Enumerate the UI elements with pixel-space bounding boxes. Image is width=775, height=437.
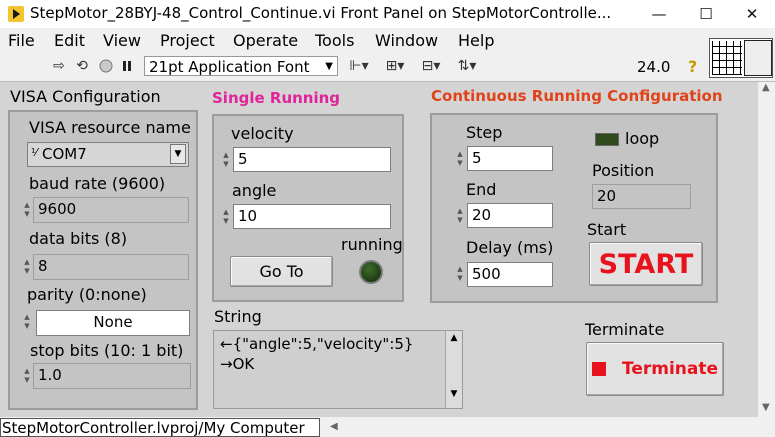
databits-label: data bits (8) <box>29 229 128 248</box>
front-panel: VISA Configuration VISA resource name CO… <box>0 82 758 417</box>
start-button[interactable]: START <box>589 242 703 286</box>
scroll-left-icon[interactable]: ◀ <box>330 421 338 432</box>
distribute-icon[interactable]: ⊞▾ <box>382 57 408 75</box>
resize-icon[interactable]: ⊟▾ <box>418 57 444 75</box>
angle-stepper-icon[interactable]: ▲ ▼ <box>221 203 231 231</box>
baud-stepper-icon[interactable]: ▲ ▼ <box>22 196 32 224</box>
title-bar: StepMotor_28BYJ-48_Control_Continue.vi F… <box>0 0 775 28</box>
stopbits-label: stop bits (10: 1 bit) <box>30 341 184 360</box>
pause-icon[interactable] <box>118 57 136 75</box>
visa-io-icon: ⅟ <box>31 146 38 159</box>
scroll-down-icon[interactable]: ▼ <box>762 402 770 413</box>
visa-resource-value: COM7 <box>42 145 87 163</box>
maximize-button[interactable]: ☐ <box>683 0 729 28</box>
stopbits-stepper-icon[interactable]: ▲ ▼ <box>22 362 32 390</box>
delay-field[interactable]: 500 <box>467 262 553 287</box>
parity-field[interactable]: None <box>36 310 190 336</box>
align-icon[interactable]: ⊩▾ <box>346 57 372 75</box>
vi-icon[interactable] <box>744 40 772 76</box>
scroll-up-icon[interactable]: ▲ <box>762 82 770 93</box>
close-button[interactable]: ✕ <box>729 0 775 28</box>
font-select[interactable]: 21pt Application Font ▼ <box>144 56 338 76</box>
databits-field[interactable]: 8 <box>33 254 189 280</box>
position-label: Position <box>592 161 655 180</box>
dropdown-arrow-icon[interactable]: ▼ <box>170 144 186 164</box>
string-line-2: →OK <box>220 355 255 373</box>
menu-project[interactable]: Project <box>160 31 215 50</box>
abort-icon[interactable] <box>97 57 115 75</box>
terminate-button[interactable]: Terminate <box>586 342 724 396</box>
start-caption: Start <box>587 220 627 239</box>
visa-resource-field[interactable]: COM7 <box>27 142 189 167</box>
angle-label: angle <box>232 181 277 200</box>
string-label: String <box>214 307 262 326</box>
menu-help[interactable]: Help <box>458 31 494 50</box>
delay-label: Delay (ms) <box>466 238 554 257</box>
run-arrow-icon[interactable]: ⇨ <box>50 57 68 75</box>
horizontal-scrollbar[interactable]: StepMotorController.lvproj/My Computer ◀ <box>0 417 775 437</box>
help-icon[interactable]: ? <box>688 57 697 76</box>
end-field[interactable]: 20 <box>467 203 553 228</box>
baud-label: baud rate (9600) <box>29 174 166 193</box>
string-indicator: ←{"angle":5,"velocity":5} →OK ▲ ▼ <box>213 330 463 409</box>
step-field[interactable]: 5 <box>467 146 553 171</box>
parity-stepper-icon[interactable]: ▲ ▼ <box>22 308 32 336</box>
step-stepper-icon[interactable]: ▲ ▼ <box>455 145 465 173</box>
goto-button[interactable]: Go To <box>230 256 333 287</box>
databits-stepper-icon[interactable]: ▲ ▼ <box>22 253 32 281</box>
end-stepper-icon[interactable]: ▲ ▼ <box>455 202 465 230</box>
menu-edit[interactable]: Edit <box>54 31 85 50</box>
delay-stepper-icon[interactable]: ▲ ▼ <box>455 260 465 288</box>
minimize-button[interactable]: — <box>636 0 682 28</box>
visa-title: VISA Configuration <box>10 87 161 106</box>
string-scrollbar[interactable]: ▲ ▼ <box>445 331 462 408</box>
end-label: End <box>466 180 497 199</box>
position-indicator: 20 <box>592 184 691 209</box>
step-label: Step <box>466 123 503 142</box>
loop-led <box>595 133 619 146</box>
terminate-button-label: Terminate <box>621 359 719 379</box>
menu-file[interactable]: File <box>8 31 35 50</box>
run-continuous-icon[interactable]: ⟲ <box>73 57 91 75</box>
loop-label: loop <box>625 129 660 148</box>
single-title: Single Running <box>212 89 341 107</box>
reorder-icon[interactable]: ⇅▾ <box>454 57 480 75</box>
menu-operate[interactable]: Operate <box>233 31 298 50</box>
toolbar: ⇨ ⟲ 21pt Application Font ▼ ⊩▾ ⊞▾ ⊟▾ ⇅▾ … <box>0 52 775 82</box>
window-title: StepMotor_28BYJ-48_Control_Continue.vi F… <box>30 4 612 22</box>
velocity-stepper-icon[interactable]: ▲ ▼ <box>221 146 231 174</box>
vertical-scrollbar[interactable]: ▲ ▼ <box>758 82 775 417</box>
parity-label: parity (0:none) <box>27 285 147 304</box>
project-path: StepMotorController.lvproj/My Computer <box>0 418 320 437</box>
menu-window[interactable]: Window <box>375 31 438 50</box>
running-led <box>359 260 383 284</box>
running-label: running <box>341 235 403 254</box>
baud-field[interactable]: 9600 <box>33 197 189 223</box>
velocity-field[interactable]: 5 <box>233 147 391 172</box>
velocity-label: velocity <box>231 124 294 143</box>
menu-view[interactable]: View <box>103 31 141 50</box>
angle-field[interactable]: 10 <box>233 204 391 229</box>
labview-icon <box>8 6 24 22</box>
version-label: 24.0 <box>637 58 671 76</box>
menu-bar: File Edit View Project Operate Tools Win… <box>0 28 775 52</box>
chevron-down-icon: ▼ <box>325 61 333 72</box>
stop-square-icon <box>591 362 606 376</box>
menu-tools[interactable]: Tools <box>315 31 354 50</box>
string-line-1: ←{"angle":5,"velocity":5} <box>220 335 414 353</box>
visa-resource-label: VISA resource name <box>29 118 191 137</box>
stopbits-field[interactable]: 1.0 <box>33 363 191 389</box>
font-select-value: 21pt Application Font <box>149 58 310 76</box>
terminate-caption: Terminate <box>585 320 665 339</box>
continuous-title: Continuous Running Configuration <box>431 87 723 105</box>
